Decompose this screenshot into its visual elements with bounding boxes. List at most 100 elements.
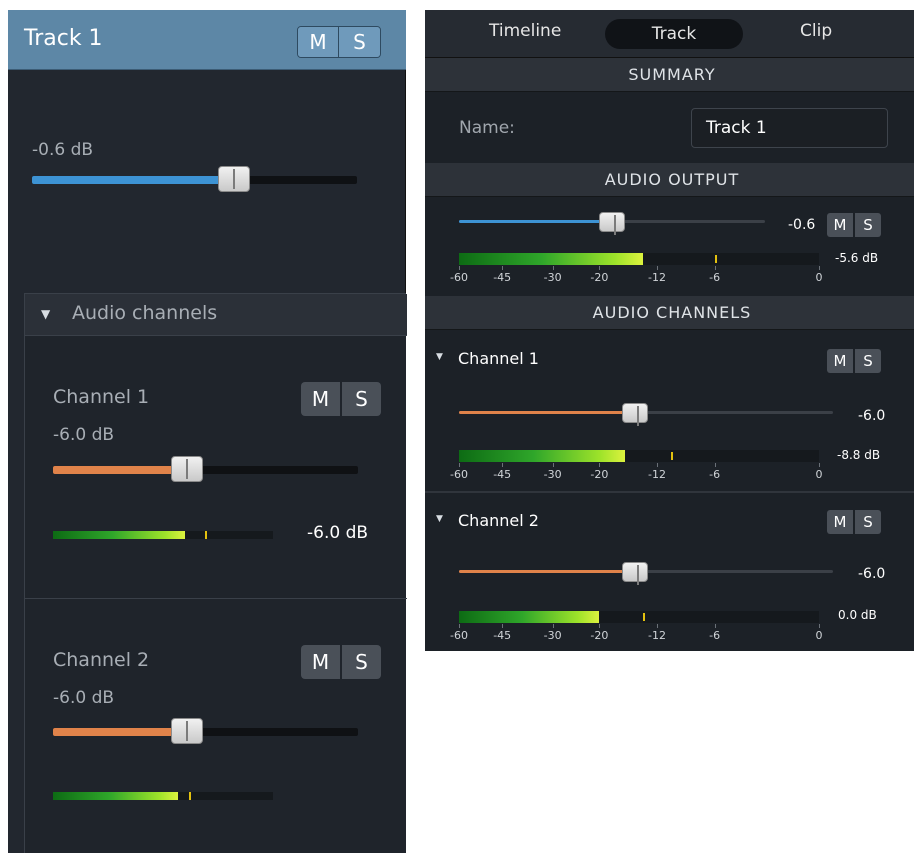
scale-label: -12 [648,468,666,481]
slider-thumb[interactable] [217,166,250,192]
scale-tick [552,463,554,467]
channel-mute-button[interactable]: M [827,349,853,373]
channel-mute-solo: M S [301,645,381,679]
channel-solo-button[interactable]: S [342,382,381,416]
meter-fill [53,792,179,800]
scale-label: -12 [648,629,666,642]
meter-fill [459,611,600,623]
tab-timeline[interactable]: Timeline [489,21,561,41]
channel-gain-value: -6.0 [858,566,886,582]
scale-tick [502,463,504,467]
output-volume-value: -0.6 [788,217,816,233]
output-level-meter [459,253,819,265]
scale-tick [819,624,820,628]
scale-tick [459,624,460,628]
channel-mute-solo: M S [827,510,881,534]
scale-tick [599,463,601,467]
channel-mute-solo: M S [827,349,881,373]
name-label: Name: [459,118,515,138]
scale-label: -6 [709,271,721,284]
scale-tick [459,463,460,467]
slider-thumb[interactable] [599,212,625,235]
meter-scale: -60 -45 -30 -20 -12 -6 0 [450,266,823,284]
output-solo-button[interactable]: S [855,213,881,237]
scale-tick [657,624,658,628]
solo-button[interactable]: S [339,27,380,57]
channel-name: Channel 1 [458,349,539,368]
scale-tick [714,624,716,628]
channel-mute-button[interactable]: M [827,510,853,534]
audio-channels-header: AUDIO CHANNELS [425,296,914,330]
scale-tick [714,463,716,467]
tab-clip[interactable]: Clip [800,21,832,41]
properties-panel: Timeline Track Clip SUMMARY Name: Track … [425,10,914,651]
channel-gain-value: -6.0 [858,408,886,424]
track-title: Track 1 [24,26,103,51]
channel-gain-slider[interactable] [459,403,833,426]
scale-label: -20 [590,468,609,481]
meter-peak [189,792,192,800]
channel-gain-label: -6.0 dB [53,688,115,708]
channel-gain-slider[interactable] [53,718,358,744]
audio-output-header: AUDIO OUTPUT [425,163,914,197]
output-volume-slider[interactable] [459,212,765,235]
channel-level-meter [53,792,273,800]
slider-thumb[interactable] [621,562,648,585]
scale-label: 0 [815,629,823,642]
expand-triangle-icon[interactable]: ▼ [41,307,50,321]
slider-thumb[interactable] [171,718,204,744]
channel-solo-button[interactable]: S [855,510,881,534]
mute-solo-group: M S [297,26,381,58]
slider-fill [459,411,635,414]
audio-channels-header[interactable]: ▼ Audio channels [25,294,407,336]
scale-tick [819,463,820,467]
channel-mute-button[interactable]: M [301,645,340,679]
channel-meter-value: 0.0 dB [838,608,877,622]
scale-label: -60 [450,468,468,481]
scale-label: -12 [648,271,666,284]
scale-tick [819,266,820,270]
scale-label: -60 [450,629,468,642]
scale-label: -20 [590,629,609,642]
mute-button[interactable]: M [298,27,339,57]
output-mute-button[interactable]: M [827,213,853,237]
output-meter-value: -5.6 dB [835,251,879,265]
channel-name: Channel 2 [53,649,150,671]
scale-label: -60 [450,271,468,284]
channel-gain-slider[interactable] [459,562,833,585]
output-mute-solo: M S [827,213,881,237]
channel-gain-slider[interactable] [53,456,358,482]
expand-triangle-icon[interactable]: ▼ [436,514,443,524]
channel-level-meter [459,450,819,462]
slider-fill [53,728,188,736]
scale-label: -45 [493,629,512,642]
channel-solo-button[interactable]: S [342,645,381,679]
channel-mute-button[interactable]: M [301,382,340,416]
scale-tick [502,624,504,628]
scale-tick [599,266,601,270]
scale-tick [714,266,716,270]
slider-fill [53,466,188,474]
scale-tick [657,463,658,467]
scale-tick [502,266,504,270]
slider-fill [459,220,612,223]
scale-label: -6 [709,629,721,642]
volume-slider[interactable] [32,166,357,192]
slider-thumb[interactable] [621,403,648,426]
meter-fill [459,253,643,265]
volume-label: -0.6 dB [32,140,94,160]
expand-triangle-icon[interactable]: ▼ [436,352,443,362]
name-field[interactable]: Track 1 [691,108,888,148]
meter-scale: -60 -45 -30 -20 -12 -6 0 [450,624,823,642]
tab-track[interactable]: Track [605,19,743,49]
scale-label: -30 [543,629,562,642]
scale-label: -6 [709,468,721,481]
scale-label: -20 [590,271,609,284]
slider-thumb[interactable] [171,456,204,482]
channel-row: Channel 1 M S -6.0 dB -6.0 dB [25,336,407,598]
meter-peak [642,613,645,621]
meter-fill [53,531,185,539]
channel-solo-button[interactable]: S [855,349,881,373]
track-inspector-panel: Track 1 M S -0.6 dB ▼ Audio channels Cha… [8,10,407,853]
scale-tick [657,266,658,270]
